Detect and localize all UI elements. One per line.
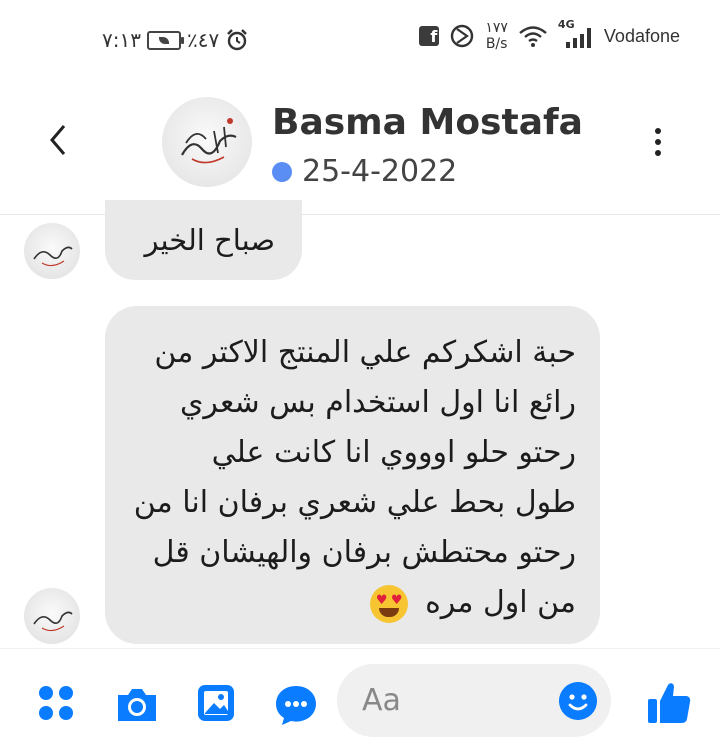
sender-avatar[interactable] — [24, 223, 80, 279]
message-bubble[interactable]: صباح الخير — [105, 200, 302, 280]
status-left: ٧:١٣ ٪٤٧ — [102, 28, 249, 52]
carrier-name: Vodafone — [603, 25, 680, 46]
emoji-icon[interactable] — [559, 682, 597, 720]
more-actions-icon[interactable] — [38, 685, 74, 721]
message-line: رحتو حلو اوووي انا كانت علي — [211, 435, 576, 470]
network-speed-unit: B/s — [485, 36, 508, 52]
heart-eyes-emoji-icon: ♥ ♥ — [369, 584, 408, 623]
message-bubble[interactable]: حبة اشكركم علي المنتج الاكتر من رائع انا… — [105, 306, 600, 644]
signal-group: 4G — [558, 18, 594, 48]
signal-icon — [565, 28, 591, 48]
message-composer: Aa — [0, 648, 720, 745]
more-options-icon[interactable] — [655, 128, 661, 156]
avatar-calligraphy-image — [33, 611, 73, 632]
sender-avatar[interactable] — [24, 588, 80, 644]
clock: ٧:١٣ — [102, 28, 141, 52]
input-placeholder: Aa — [362, 683, 401, 718]
contact-avatar[interactable] — [162, 97, 252, 187]
thumbs-up-icon[interactable] — [646, 679, 692, 725]
chat-header: Basma Mostafa 25-4-2022 — [0, 80, 720, 215]
alarm-icon — [227, 29, 248, 51]
battery-percent: ٪٤٧ — [186, 28, 220, 52]
active-status: 25-4-2022 — [272, 154, 457, 189]
avatar-calligraphy-image — [33, 246, 73, 267]
battery-saver-icon — [146, 30, 184, 50]
back-arrow-icon[interactable] — [44, 120, 70, 160]
gallery-icon[interactable] — [196, 683, 236, 723]
message-input[interactable]: Aa — [337, 664, 611, 737]
avatar-calligraphy-image — [181, 118, 237, 164]
message-line: رائع انا اول استخدام بس شعري — [179, 385, 576, 420]
camera-icon[interactable] — [114, 685, 160, 725]
active-date: 25-4-2022 — [302, 154, 458, 189]
message-line: من اول مره — [425, 585, 576, 620]
data-saver-icon — [451, 24, 474, 48]
message-line: رحتو محتطش برفان والهيشان قل — [152, 535, 576, 570]
status-bar: ٧:١٣ ٪٤٧ f ١٧٧ B/s 4G Vodafone — [0, 0, 720, 80]
wifi-icon — [519, 26, 547, 47]
network-speed-value: ١٧٧ — [485, 20, 508, 36]
status-right: f ١٧٧ B/s 4G Vodafone — [419, 18, 680, 52]
chat-bubble-icon[interactable] — [274, 683, 318, 727]
contact-name: Basma Mostafa — [272, 102, 583, 143]
message-line-last: من اول مره ♥ ♥ — [125, 578, 576, 628]
message-line: حبة اشكركم علي المنتج الاكتر من — [154, 335, 576, 370]
status-dot-icon — [272, 161, 292, 182]
facebook-icon: f — [419, 26, 440, 46]
message-line: طول بحط علي شعري برفان انا من — [133, 485, 576, 520]
network-speed: ١٧٧ B/s — [485, 20, 508, 52]
